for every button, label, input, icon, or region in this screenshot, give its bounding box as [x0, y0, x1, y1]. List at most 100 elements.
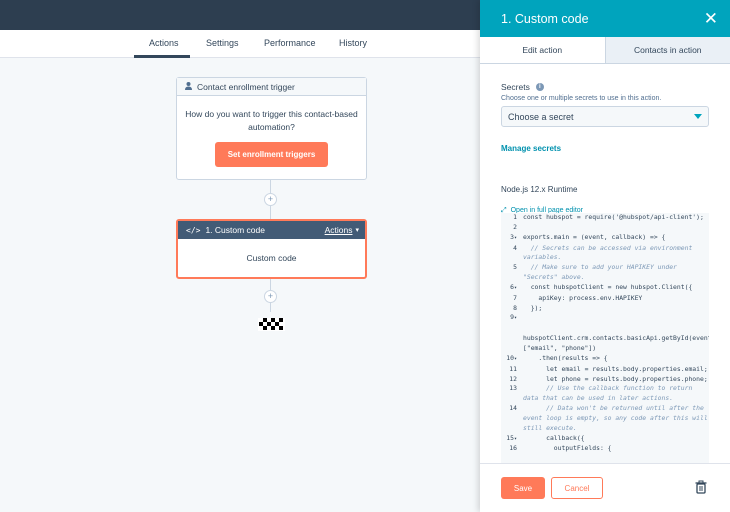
line-number: 8 — [513, 303, 517, 312]
code-line: 8 }); — [501, 304, 709, 314]
workflow-tabs: Actions Settings Performance History — [0, 30, 480, 58]
cancel-button[interactable]: Cancel — [551, 477, 603, 499]
code-text: callback({ — [523, 433, 585, 442]
secrets-label-row: Secrets i — [501, 82, 709, 92]
person-icon — [185, 81, 192, 92]
tab-settings[interactable]: Settings — [206, 38, 239, 48]
add-action-button[interactable]: + — [264, 193, 277, 206]
line-number: 1 — [513, 213, 517, 221]
code-line: 13 // Use the callback function to retur… — [501, 384, 709, 404]
code-line: 15▾ callback({ — [501, 434, 709, 445]
custom-code-action-card[interactable]: </> 1. Custom code Actions ▾ Custom code — [176, 219, 367, 279]
line-number: 6▾ — [510, 282, 517, 291]
code-line: 3▾ exports.main = (event, callback) => { — [501, 233, 709, 244]
fold-toggle-icon[interactable]: ▾ — [514, 356, 517, 362]
manage-secrets-link[interactable]: Manage secrets — [501, 144, 709, 153]
code-text: const hubspotClient = new hubspot.Client… — [523, 282, 693, 291]
enrollment-trigger-card[interactable]: Contact enrollment trigger How do you wa… — [176, 77, 367, 180]
code-text: exports.main = (event, callback) => { — [523, 232, 666, 241]
code-line: 4 // Secrets can be accessed via environ… — [501, 244, 709, 264]
code-line: 9▾ — [501, 313, 709, 324]
code-line: 5 // Make sure to add your HAPIKEY under… — [501, 263, 709, 283]
code-editor[interactable]: 1 const hubspot = require('@hubspot/api-c… — [501, 213, 709, 463]
line-number: 7 — [513, 293, 517, 302]
code-line: 1 const hubspot = require('@hubspot/api-c… — [501, 213, 709, 223]
line-number: 2 — [513, 222, 517, 231]
line-number: 5 — [513, 263, 517, 272]
trigger-card-body: How do you want to trigger this contact-… — [177, 96, 366, 167]
code-text: // Make sure to add your HAPIKEY under "… — [523, 263, 681, 282]
code-text: apiKey: process.env.HAPIKEY — [523, 293, 643, 302]
code-text: }); — [523, 303, 543, 312]
secret-select-value: Choose a secret — [508, 111, 574, 122]
line-number — [501, 324, 523, 354]
action-card-description: Custom code — [246, 253, 297, 263]
tab-actions[interactable]: Actions — [149, 38, 179, 48]
secrets-label: Secrets — [501, 82, 530, 92]
fold-toggle-icon[interactable]: ▾ — [514, 285, 517, 291]
code-line: 2 — [501, 223, 709, 233]
fold-toggle-icon[interactable]: ▾ — [514, 436, 517, 442]
info-icon[interactable]: i — [535, 83, 544, 91]
trigger-question-line2: automation? — [248, 122, 295, 132]
chevron-down-icon: ▾ — [355, 227, 359, 234]
code-line: 10▾ .then(results => { — [501, 354, 709, 365]
workflow-canvas: Actions Settings Performance History Con… — [0, 30, 480, 512]
action-card-body: Custom code — [178, 239, 365, 265]
panel-title: 1. Custom code — [501, 11, 589, 26]
tab-edit-action[interactable]: Edit action — [480, 37, 606, 63]
trigger-question-line1: How do you want to trigger this contact-… — [185, 109, 358, 119]
top-navigation-bar — [0, 0, 480, 30]
workflow-end-flag-icon — [258, 318, 285, 331]
edit-action-panel: 1. Custom code ✕ Edit action Contacts in… — [480, 0, 730, 512]
line-number: 11 — [509, 364, 517, 373]
code-line: 11 let email = results.body.properties.e… — [501, 365, 709, 375]
code-line: 6▾ const hubspotClient = new hubspot.Cli… — [501, 283, 709, 294]
set-enrollment-triggers-button[interactable]: Set enrollment triggers — [214, 142, 329, 167]
code-text: hubspotClient.crm.contacts.basicApi.getB… — [523, 334, 709, 352]
panel-header: 1. Custom code ✕ — [480, 0, 730, 37]
panel-tabs: Edit action Contacts in action — [480, 37, 730, 64]
code-text: // Secrets can be accessed via environme… — [523, 243, 697, 262]
code-line: 7 apiKey: process.env.HAPIKEY — [501, 294, 709, 304]
fold-toggle-icon[interactable]: ▾ — [514, 235, 517, 241]
line-number: 14 — [509, 404, 517, 413]
code-text: .then(results => { — [523, 353, 608, 362]
action-card-header: </> 1. Custom code Actions ▾ — [178, 221, 365, 239]
code-text: // Data won't be returned until after th… — [523, 404, 708, 432]
code-line: 14 // Data won't be returned until after… — [501, 404, 709, 434]
save-button[interactable]: Save — [501, 477, 545, 499]
tab-history[interactable]: History — [339, 38, 367, 48]
trigger-card-title: Contact enrollment trigger — [197, 81, 295, 92]
runtime-label: Node.js 12.x Runtime — [501, 185, 578, 194]
panel-footer: Save Cancel — [480, 463, 730, 512]
code-line: 12 let phone = results.body.properties.p… — [501, 375, 709, 385]
secret-select[interactable]: Choose a secret — [501, 106, 709, 127]
fold-toggle-icon[interactable]: ▾ — [514, 315, 517, 321]
line-number: 16 — [509, 444, 517, 453]
actions-dropdown[interactable]: Actions ▾ — [325, 225, 359, 235]
add-action-button-bottom[interactable]: + — [264, 290, 277, 303]
secrets-help-text: Choose one or multiple secrets to use in… — [501, 95, 662, 102]
code-line: 16 outputFields: { — [501, 444, 709, 454]
line-number: 9▾ — [510, 313, 517, 322]
trigger-card-header: Contact enrollment trigger — [177, 78, 366, 96]
close-icon[interactable]: ✕ — [704, 10, 718, 27]
line-number: 13 — [509, 384, 517, 393]
code-text: let email = results.body.properties.emai… — [523, 364, 708, 373]
tab-performance[interactable]: Performance — [264, 38, 316, 48]
trash-icon[interactable] — [694, 480, 708, 494]
code-icon: </> — [186, 225, 201, 235]
tab-contacts-in-action[interactable]: Contacts in action — [605, 37, 730, 63]
line-number: 12 — [509, 374, 517, 383]
action-card-title: 1. Custom code — [205, 225, 265, 235]
actions-menu-label[interactable]: Actions — [325, 225, 353, 235]
code-line: hubspotClient.crm.contacts.basicApi.getB… — [501, 324, 709, 354]
code-text: // Use the callback function to return d… — [523, 384, 697, 403]
code-text: outputFields: { — [523, 444, 612, 453]
line-number: 15▾ — [506, 433, 517, 442]
code-text: const hubspot = require('@hubspot/api-cl… — [523, 213, 704, 221]
line-number: 4 — [513, 243, 517, 252]
